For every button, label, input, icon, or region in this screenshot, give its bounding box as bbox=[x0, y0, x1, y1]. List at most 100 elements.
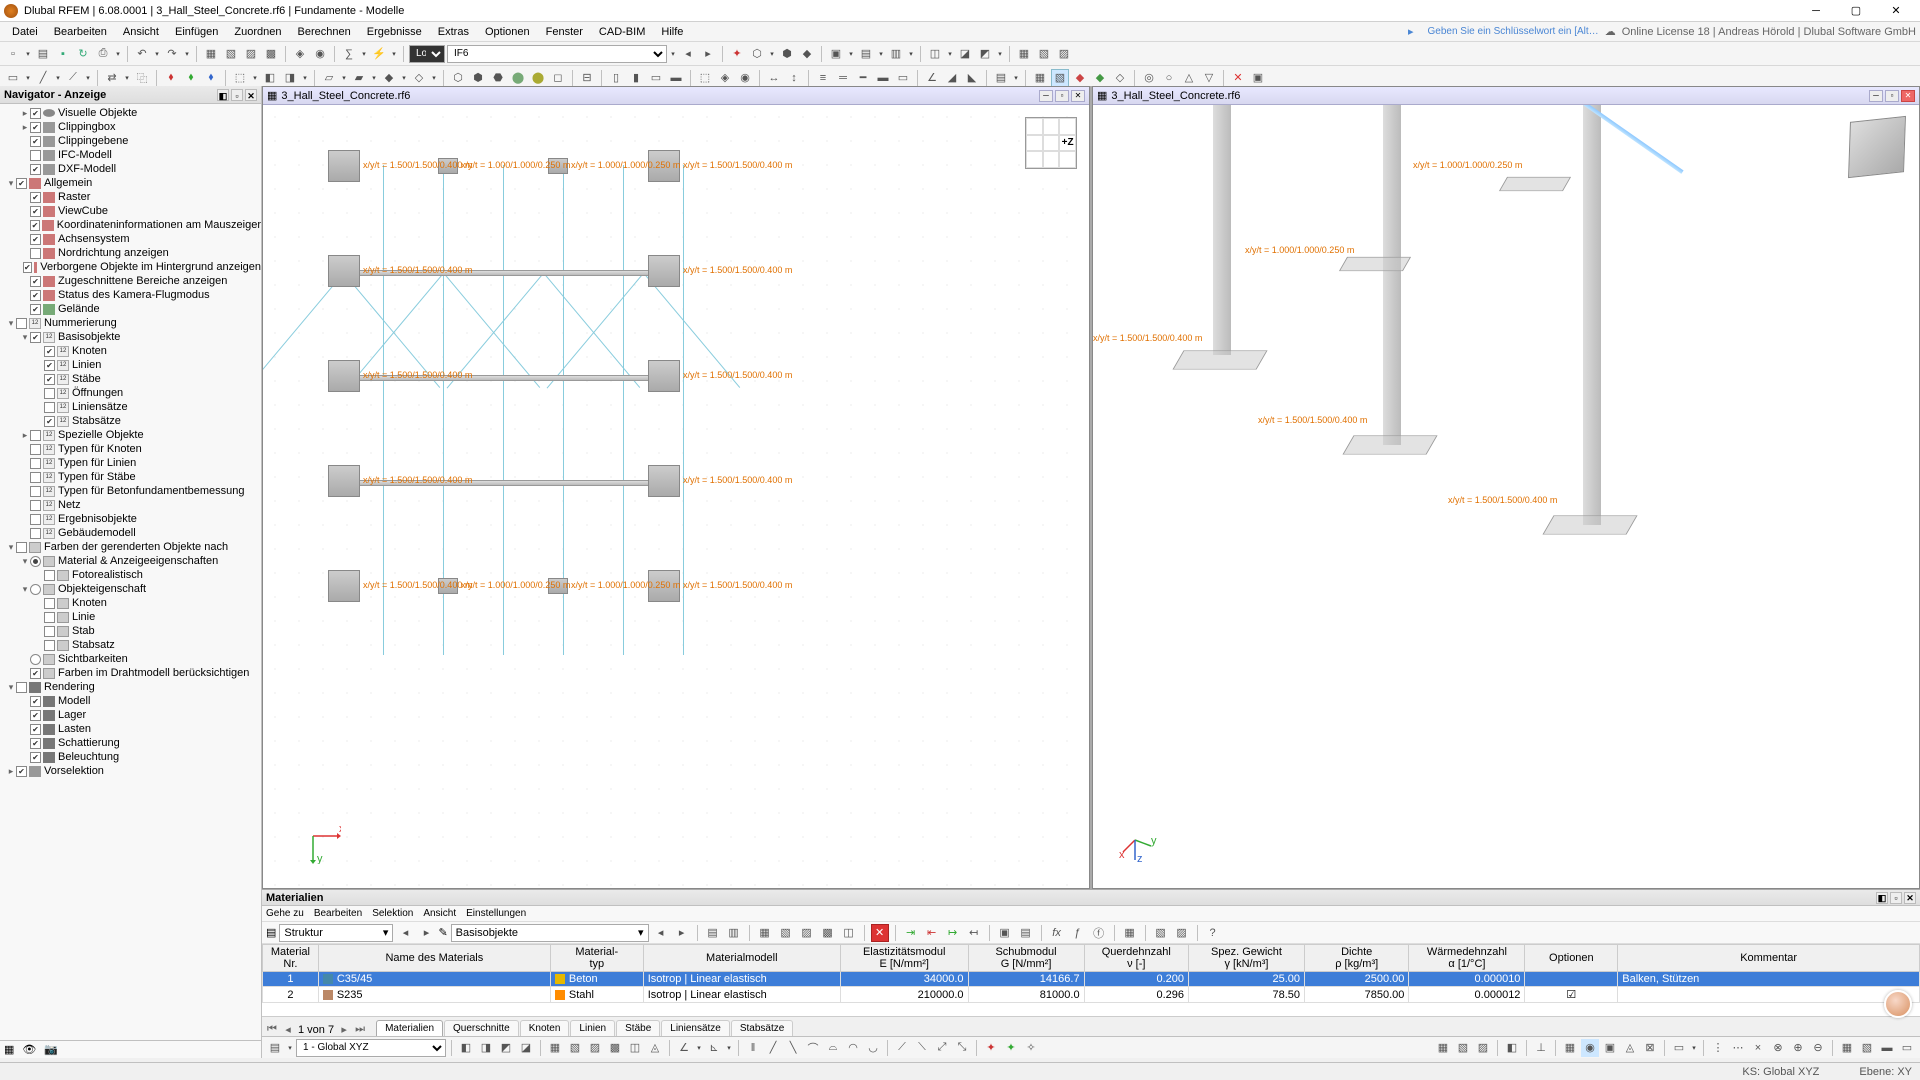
mat-r4[interactable]: ▩ bbox=[819, 924, 837, 942]
keyword-hint[interactable]: Geben Sie ein Schlüsselwort ein [Alt… bbox=[1427, 26, 1598, 37]
f1-icon[interactable]: ▱ bbox=[320, 69, 338, 87]
be4[interactable]: ⤡ bbox=[953, 1039, 971, 1057]
menu-zuordnen[interactable]: Zuordnen bbox=[226, 24, 289, 40]
tree-item[interactable]: ▾Rendering bbox=[0, 680, 261, 694]
tree-item[interactable]: ▾12Nummerierung bbox=[0, 316, 261, 330]
menu-extras[interactable]: Extras bbox=[430, 24, 477, 40]
c3-icon[interactable]: ◩ bbox=[976, 45, 994, 63]
mat-t1[interactable]: ▣ bbox=[996, 924, 1014, 942]
bb2[interactable]: ◨ bbox=[477, 1039, 495, 1057]
save-icon[interactable]: ▪ bbox=[54, 45, 72, 63]
b3-icon[interactable]: ▥ bbox=[887, 45, 905, 63]
e2-icon[interactable]: ◧ bbox=[261, 69, 279, 87]
tree-item[interactable]: 12Stäbe bbox=[0, 372, 261, 386]
mat-cfg1[interactable]: ▧ bbox=[1152, 924, 1170, 942]
tree-item[interactable]: Knoten bbox=[0, 596, 261, 610]
b2-icon[interactable]: ▤ bbox=[857, 45, 875, 63]
b1-icon[interactable]: ▣ bbox=[827, 45, 845, 63]
pager-prev[interactable]: ◂ bbox=[282, 1023, 294, 1036]
tree-item[interactable]: Fotorealistisch bbox=[0, 568, 261, 582]
undo-icon[interactable]: ↶ bbox=[133, 45, 151, 63]
bd3[interactable]: ╲ bbox=[784, 1039, 802, 1057]
al-icon[interactable]: ◆ bbox=[798, 45, 816, 63]
i4-icon[interactable]: ▬ bbox=[667, 69, 685, 87]
mat-menu-set[interactable]: Einstellungen bbox=[466, 908, 526, 919]
foundation[interactable] bbox=[648, 255, 680, 287]
j3-icon[interactable]: ◉ bbox=[736, 69, 754, 87]
view-right-close[interactable]: ✕ bbox=[1901, 90, 1915, 102]
menu-ergebnisse[interactable]: Ergebnisse bbox=[359, 24, 430, 40]
d1-icon[interactable]: ▦ bbox=[1015, 45, 1033, 63]
prev-icon[interactable]: ◂ bbox=[679, 45, 697, 63]
cp-icon[interactable]: ⿻ bbox=[133, 69, 151, 87]
bb3[interactable]: ◩ bbox=[497, 1039, 515, 1057]
tree-item[interactable]: IFC-Modell bbox=[0, 148, 261, 162]
bj1[interactable]: ▭ bbox=[1670, 1039, 1688, 1057]
bc2[interactable]: ⊾ bbox=[705, 1039, 723, 1057]
foundation[interactable] bbox=[328, 360, 360, 392]
mat-combo-right[interactable]: Basisobjekte ▾ bbox=[451, 924, 649, 942]
mat-s1[interactable]: ▤ bbox=[704, 924, 722, 942]
menu-optionen[interactable]: Optionen bbox=[477, 24, 538, 40]
mat-del[interactable]: ✕ bbox=[871, 924, 889, 942]
mat-wand-icon[interactable]: ✎ bbox=[438, 926, 447, 939]
bb-combo-cs[interactable]: 1 - Global XYZ bbox=[296, 1039, 446, 1057]
tree-item[interactable]: 12Öffnungen bbox=[0, 386, 261, 400]
c1-icon[interactable]: ◫ bbox=[926, 45, 944, 63]
be2[interactable]: ⟍ bbox=[913, 1039, 931, 1057]
tree-item[interactable]: Stabsatz bbox=[0, 638, 261, 652]
i1-icon[interactable]: ▯ bbox=[607, 69, 625, 87]
bc1[interactable]: ∠ bbox=[675, 1039, 693, 1057]
tree-item[interactable]: 12Linien bbox=[0, 358, 261, 372]
tree-item[interactable]: 12Typen für Linien bbox=[0, 456, 261, 470]
viewcube-z[interactable]: +Z bbox=[1059, 135, 1076, 152]
menu-datei[interactable]: Datei bbox=[4, 24, 46, 40]
view-right-max[interactable]: ▫ bbox=[1885, 90, 1899, 102]
tree-item[interactable]: Farben im Drahtmodell berücksichtigen bbox=[0, 666, 261, 680]
minimize-button[interactable]: ─ bbox=[1796, 0, 1836, 22]
menu-fenster[interactable]: Fenster bbox=[538, 24, 591, 40]
l5-icon[interactable]: ▭ bbox=[894, 69, 912, 87]
bi3[interactable]: ▣ bbox=[1601, 1039, 1619, 1057]
tree-item[interactable]: Koordinateninformationen am Mauszeiger bbox=[0, 218, 261, 232]
mat-tab[interactable]: Querschnitte bbox=[444, 1020, 519, 1036]
ay-icon[interactable]: ⬡ bbox=[748, 45, 766, 63]
foundation-iso[interactable] bbox=[1499, 177, 1571, 191]
tree-item[interactable]: ▾Objekteigenschaft bbox=[0, 582, 261, 596]
mat-cfg2[interactable]: ▨ bbox=[1173, 924, 1191, 942]
f2-icon[interactable]: ▰ bbox=[350, 69, 368, 87]
bb4[interactable]: ◪ bbox=[517, 1039, 535, 1057]
tree-item[interactable]: Sichtbarkeiten bbox=[0, 652, 261, 666]
tree-item[interactable]: Clippingebene bbox=[0, 134, 261, 148]
tree-item[interactable]: 12Gebäudemodell bbox=[0, 526, 261, 540]
persp-icon[interactable]: ◉ bbox=[311, 45, 329, 63]
table-row[interactable]: 1C35/45BetonIsotrop | Linear elastisch34… bbox=[263, 972, 1920, 987]
tree-item[interactable]: Raster bbox=[0, 190, 261, 204]
o1-icon[interactable]: ◎ bbox=[1140, 69, 1158, 87]
view-left-close[interactable]: ✕ bbox=[1071, 90, 1085, 102]
tree-item[interactable]: Achsensystem bbox=[0, 232, 261, 246]
menu-bearbeiten[interactable]: Bearbeiten bbox=[46, 24, 115, 40]
bb5[interactable]: ▦ bbox=[546, 1039, 564, 1057]
foundation-iso[interactable] bbox=[1339, 257, 1411, 271]
foundation-iso[interactable] bbox=[1342, 435, 1437, 454]
assistant-avatar[interactable] bbox=[1884, 990, 1912, 1018]
bd6[interactable]: ◠ bbox=[844, 1039, 862, 1057]
tree-item[interactable]: ▸Vorselektion bbox=[0, 764, 261, 778]
bd7[interactable]: ◡ bbox=[864, 1039, 882, 1057]
tree-item[interactable]: Status des Kamera-Flugmodus bbox=[0, 288, 261, 302]
del-icon[interactable]: ✕ bbox=[1229, 69, 1247, 87]
view-left-canvas[interactable]: x/y/t = 1.500/1.500/0.400 m x/y/t = 1.00… bbox=[263, 105, 1089, 888]
j2-icon[interactable]: ◈ bbox=[716, 69, 734, 87]
open-icon[interactable]: ▤ bbox=[34, 45, 52, 63]
mat-menu-goto[interactable]: Gehe zu bbox=[266, 908, 304, 919]
bl2[interactable]: ▧ bbox=[1858, 1039, 1876, 1057]
sp2-icon[interactable]: ⬧ bbox=[182, 69, 200, 87]
close-button[interactable]: ✕ bbox=[1876, 0, 1916, 22]
tree-item[interactable]: 12Typen für Knoten bbox=[0, 442, 261, 456]
bb1[interactable]: ◧ bbox=[457, 1039, 475, 1057]
menu-cadbim[interactable]: CAD-BIM bbox=[591, 24, 653, 40]
foundation[interactable] bbox=[648, 360, 680, 392]
bd4[interactable]: ⌒ bbox=[804, 1039, 822, 1057]
tree-item[interactable]: 12Knoten bbox=[0, 344, 261, 358]
